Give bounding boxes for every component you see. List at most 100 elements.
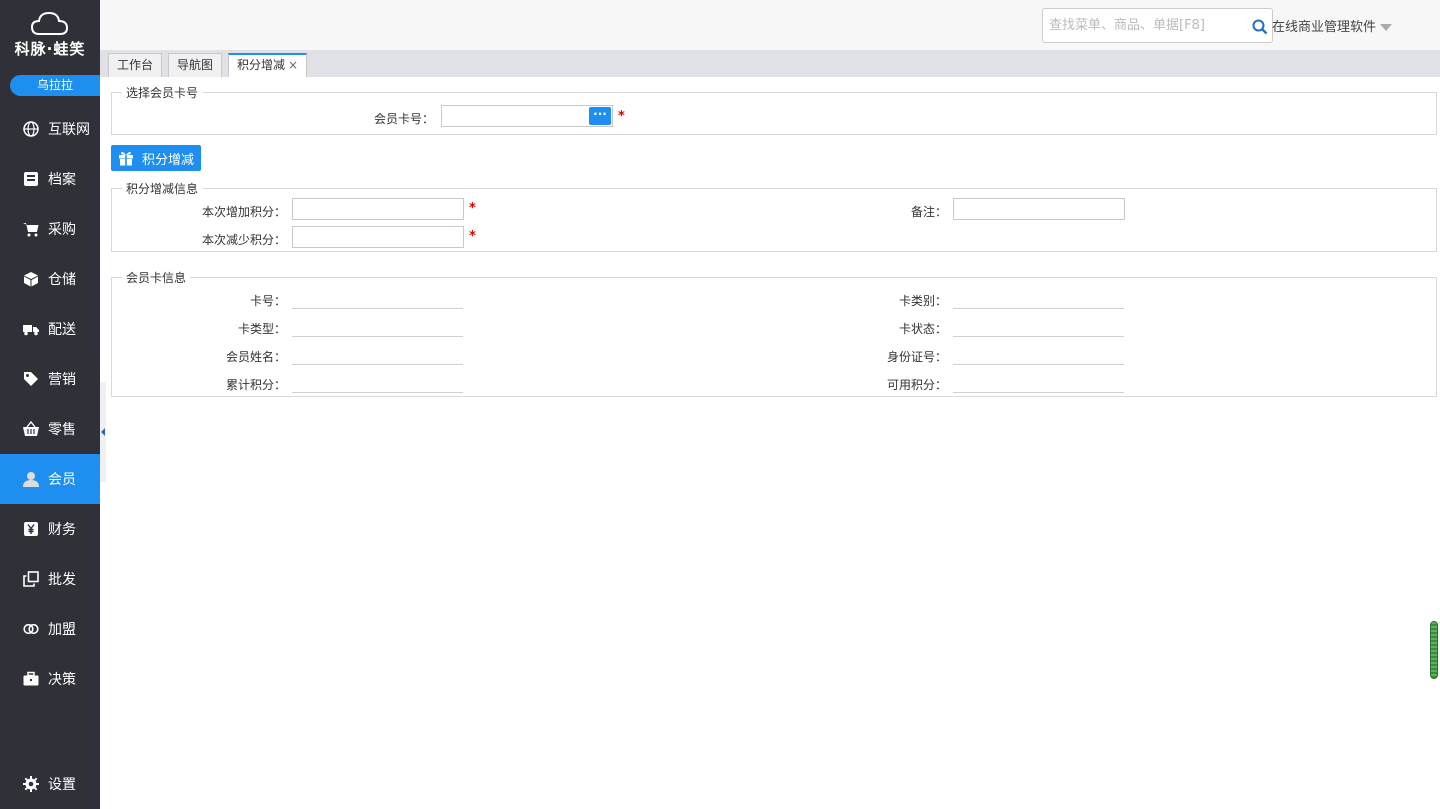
section-legend: 选择会员卡号: [126, 86, 199, 100]
box-icon: [22, 270, 40, 288]
brand-name: 科脉·蛙笑: [14, 40, 86, 58]
card-category-label: 卡类别：: [898, 294, 947, 308]
nav-label: 决策: [48, 672, 76, 688]
nav-label: 会员: [48, 472, 76, 488]
caret-down-icon: [1380, 24, 1393, 31]
nav-item-decision[interactable]: 决策: [0, 654, 100, 704]
nav-label: 营销: [48, 372, 76, 388]
nav-label: 配送: [48, 322, 76, 338]
section-legend: 积分增减信息: [126, 182, 199, 196]
nav-label: 零售: [48, 422, 76, 438]
close-icon[interactable]: ×: [288, 58, 298, 72]
section-legend: 会员卡信息: [126, 271, 187, 285]
search-input[interactable]: [1043, 9, 1243, 42]
nav-label: 财务: [48, 522, 76, 538]
tab-navigation-map[interactable]: 导航图: [168, 53, 223, 77]
remark-input[interactable]: [954, 199, 1124, 219]
nav-item-internet[interactable]: 互联网: [0, 104, 100, 154]
tab-label: 积分增减: [237, 58, 286, 72]
nav-label: 采购: [48, 222, 76, 238]
logo: 科脉·蛙笑: [0, 10, 100, 59]
add-points-label: 本次增加积分：: [201, 205, 286, 219]
copy-icon: [22, 570, 40, 588]
available-points-label: 可用积分：: [886, 378, 947, 392]
total-points-label: 累计积分：: [225, 378, 286, 392]
nav-label: 设置: [48, 777, 76, 793]
nav-label: 批发: [48, 572, 76, 588]
card-number-input[interactable]: [442, 106, 612, 126]
nav-label: 档案: [48, 172, 76, 188]
tab-label: 导航图: [177, 58, 214, 72]
tab-points-adjust[interactable]: 积分增减 ×: [228, 53, 308, 77]
card-type-value: [292, 317, 463, 337]
tab-workbench[interactable]: 工作台: [108, 53, 163, 77]
company-selector[interactable]: 在线商业管理软件: [1272, 16, 1393, 35]
globe-icon: [22, 120, 40, 138]
member-name-label: 会员姓名：: [225, 350, 286, 364]
sidebar-collapse-handle[interactable]: [100, 382, 106, 482]
arrow-left-icon: [101, 428, 105, 436]
points-adjust-label: 积分增减: [142, 152, 195, 168]
gift-icon: [119, 151, 133, 166]
card-no-label: 卡号：: [249, 294, 286, 308]
card-number-label: 会员卡号：: [373, 112, 434, 126]
basket-icon: [22, 420, 40, 438]
card-status-value: [953, 317, 1124, 337]
required-mark: *: [618, 109, 625, 124]
nav-menu: 互联网 档案 采购 仓储 配送 营销 零售 会员 财务 批发 加盟 决策: [0, 104, 100, 704]
required-mark: *: [469, 229, 476, 244]
card-picker-button[interactable]: ···: [589, 107, 611, 125]
file-icon: [22, 170, 40, 188]
points-adjust-button[interactable]: 积分增减: [111, 145, 201, 171]
yen-icon: [22, 520, 40, 538]
nav-item-retail[interactable]: 零售: [0, 404, 100, 454]
top-header: 在线商业管理软件: [100, 0, 1440, 50]
nav-item-archive[interactable]: 档案: [0, 154, 100, 204]
reduce-points-field: [292, 226, 464, 248]
search-box: [1042, 8, 1273, 43]
nav-item-wholesale[interactable]: 批发: [0, 554, 100, 604]
nav-item-warehouse[interactable]: 仓储: [0, 254, 100, 304]
truck-icon: [22, 320, 40, 338]
card-no-value: [292, 289, 463, 309]
nav-label: 仓储: [48, 272, 76, 288]
total-points-value: [292, 373, 463, 393]
nav-item-member[interactable]: 会员: [0, 454, 100, 504]
nav-item-finance[interactable]: 财务: [0, 504, 100, 554]
gear-icon: [22, 775, 40, 793]
briefcase-icon: [22, 670, 40, 688]
user-badge[interactable]: 乌拉拉: [10, 75, 100, 96]
rings-icon: [22, 620, 40, 638]
scrollbar-thumb[interactable]: [1430, 621, 1438, 679]
id-number-label: 身份证号：: [886, 350, 947, 364]
add-points-input[interactable]: [293, 199, 463, 219]
nav-label: 互联网: [48, 122, 90, 138]
company-name: 在线商业管理软件: [1272, 20, 1377, 35]
nav-item-franchise[interactable]: 加盟: [0, 604, 100, 654]
card-type-label: 卡类型：: [237, 322, 286, 336]
main-content: 选择会员卡号 会员卡号： ··· * 积分增减 积分增减信息 本次增加积分： *…: [100, 77, 1440, 809]
add-points-field: [292, 198, 464, 220]
nav-item-marketing[interactable]: 营销: [0, 354, 100, 404]
required-mark: *: [469, 201, 476, 216]
member-name-value: [292, 345, 463, 365]
tab-bar: 工作台 导航图 积分增减 ×: [100, 50, 1440, 77]
nav-item-delivery[interactable]: 配送: [0, 304, 100, 354]
remark-field: [953, 198, 1125, 220]
reduce-points-label: 本次减少积分：: [201, 233, 286, 247]
cloud-icon: [30, 11, 69, 35]
nav-label: 加盟: [48, 622, 76, 638]
card-status-label: 卡状态：: [898, 322, 947, 336]
id-number-value: [953, 345, 1124, 365]
search-icon[interactable]: [1252, 19, 1268, 35]
card-number-field: [441, 105, 613, 127]
nav-item-purchase[interactable]: 采购: [0, 204, 100, 254]
card-category-value: [953, 289, 1124, 309]
reduce-points-input[interactable]: [293, 227, 463, 247]
available-points-value: [953, 373, 1124, 393]
nav-item-settings[interactable]: 设置: [0, 759, 100, 809]
sidebar: 科脉·蛙笑 乌拉拉 互联网 档案 采购 仓储 配送 营销 零售 会员 财务 批发…: [0, 0, 100, 809]
user-icon: [22, 470, 40, 488]
select-card-section: 选择会员卡号: [111, 84, 1437, 135]
cart-icon: [22, 220, 40, 238]
